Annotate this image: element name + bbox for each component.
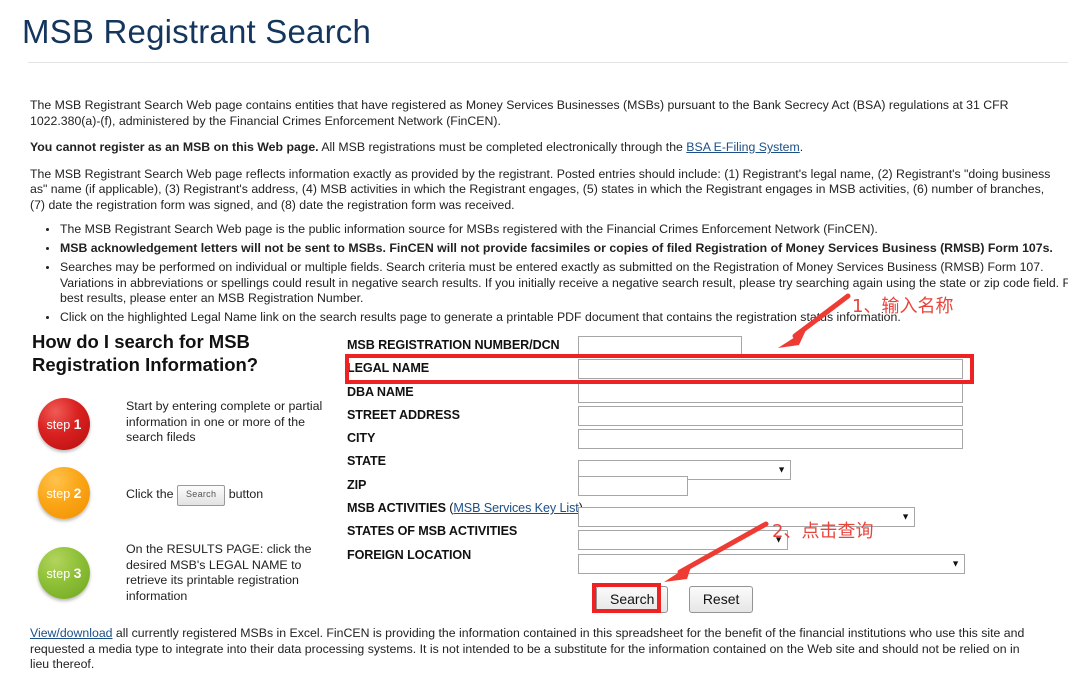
step-2-badge-word: step: [47, 487, 71, 501]
howto-step-2: step 2 Click the Search button: [32, 467, 332, 529]
bullet-text-2: MSB acknowledgement letters will not be …: [60, 241, 1053, 255]
step-2-badge: step 2: [38, 467, 90, 519]
field-row-state: STATE ▼: [347, 452, 987, 475]
foreign-location-select-value: [579, 555, 964, 559]
field-row-states-of-msb-activities: STATES OF MSB ACTIVITIES ▼: [347, 522, 987, 545]
intro-paragraph-2-end: .: [800, 140, 803, 154]
step-3-text: On the RESULTS PAGE: click the desired M…: [126, 542, 331, 604]
annotation-1-text: 1、输入名称: [852, 292, 953, 318]
street-address-input[interactable]: [578, 406, 963, 426]
label-legal-name: LEGAL NAME: [347, 361, 429, 375]
inline-search-button-illustration: Search: [177, 485, 225, 506]
control-legal-name: [578, 359, 963, 379]
label-zip: ZIP: [347, 478, 366, 492]
control-dba-name: [578, 383, 963, 403]
msb-services-key-list-wrapper: (MSB Services Key List): [449, 501, 583, 515]
control-foreign-location: ▼: [578, 546, 965, 574]
step-2-badge-number: 2: [74, 485, 82, 501]
step-3-badge-number: 3: [74, 565, 82, 581]
step-1-badge-word: step: [47, 418, 71, 432]
chevron-down-icon: ▼: [951, 559, 960, 568]
msb-registrant-search-page: MSB Registrant Search The MSB Registrant…: [0, 0, 1068, 666]
field-row-legal-name: LEGAL NAME: [347, 359, 987, 382]
field-row-dba-name: DBA NAME: [347, 383, 987, 406]
step-2-text: Click the Search button: [126, 485, 331, 506]
step-1-badge-number: 1: [74, 416, 82, 432]
list-item: The MSB Registrant Search Web page is th…: [60, 222, 1068, 238]
intro-paragraph-2: You cannot register as an MSB on this We…: [30, 140, 1062, 156]
form-actions: Search Reset: [596, 586, 753, 613]
field-row-zip: ZIP: [347, 476, 987, 499]
field-row-registration-number: MSB REGISTRATION NUMBER/DCN: [347, 336, 987, 359]
control-registration-number: [578, 336, 742, 356]
reset-button[interactable]: Reset: [689, 586, 754, 613]
chevron-down-icon: ▼: [777, 466, 786, 475]
msb-search-form: MSB REGISTRATION NUMBER/DCN LEGAL NAME D…: [347, 336, 987, 569]
intro-paragraph-1: The MSB Registrant Search Web page conta…: [30, 98, 1062, 129]
footer-note-text: all currently registered MSBs in Excel. …: [30, 626, 1024, 671]
field-row-street-address: STREET ADDRESS: [347, 406, 987, 429]
label-dba-name: DBA NAME: [347, 385, 414, 399]
intro-paragraph-2-rest: All MSB registrations must be completed …: [319, 140, 687, 154]
annotation-2-text: 2、点击查询: [772, 517, 873, 543]
bsa-efiling-system-link[interactable]: BSA E-Filing System: [686, 140, 799, 154]
title-divider: [28, 62, 1068, 63]
list-item: MSB acknowledgement letters will not be …: [60, 241, 1068, 257]
search-button[interactable]: Search: [596, 586, 668, 613]
step-3-badge: step 3: [38, 547, 90, 599]
city-input[interactable]: [578, 429, 963, 449]
step-2-text-before: Click the: [126, 487, 177, 501]
control-city: [578, 429, 963, 449]
label-street-address: STREET ADDRESS: [347, 408, 460, 422]
states-of-msb-activities-select-value: [579, 531, 787, 535]
howto-step-1: step 1 Start by entering complete or par…: [32, 398, 332, 455]
label-states-of-msb-activities: STATES OF MSB ACTIVITIES: [347, 524, 517, 538]
field-row-foreign-location: FOREIGN LOCATION ▼: [347, 546, 987, 569]
label-msb-activities-text: MSB ACTIVITIES: [347, 501, 446, 515]
dba-name-input[interactable]: [578, 383, 963, 403]
step-2-text-after: button: [225, 487, 263, 501]
label-msb-activities: MSB ACTIVITIES (MSB Services Key List): [347, 501, 583, 515]
msb-activities-select-value: [579, 508, 914, 512]
step-1-text: Start by entering complete or partial in…: [126, 399, 331, 446]
howto-step-3: step 3 On the RESULTS PAGE: click the de…: [32, 541, 332, 598]
label-registration-number: MSB REGISTRATION NUMBER/DCN: [347, 338, 560, 352]
intro-copy: The MSB Registrant Search Web page conta…: [30, 98, 1062, 224]
zip-input[interactable]: [578, 476, 688, 496]
intro-paragraph-3: The MSB Registrant Search Web page refle…: [30, 167, 1062, 214]
view-download-link[interactable]: View/download: [30, 626, 113, 640]
page-title: MSB Registrant Search: [22, 12, 371, 52]
msb-services-key-list-link[interactable]: MSB Services Key List: [453, 501, 578, 515]
field-row-city: CITY: [347, 429, 987, 452]
control-zip: [578, 476, 688, 496]
chevron-down-icon: ▼: [901, 513, 910, 522]
foreign-location-select[interactable]: ▼: [578, 554, 965, 574]
howto-title: How do I search for MSB Registration Inf…: [32, 330, 304, 376]
label-state: STATE: [347, 454, 386, 468]
legal-name-input[interactable]: [578, 359, 963, 379]
state-select-value: [579, 461, 790, 465]
bullet-text-1: The MSB Registrant Search Web page is th…: [60, 222, 878, 236]
control-street-address: [578, 406, 963, 426]
intro-paragraph-2-bold: You cannot register as an MSB on this We…: [30, 140, 319, 154]
label-city: CITY: [347, 431, 375, 445]
registration-number-input[interactable]: [578, 336, 742, 356]
step-3-badge-word: step: [47, 567, 71, 581]
bullet-text-4: Click on the highlighted Legal Name link…: [60, 310, 901, 324]
howto-panel: How do I search for MSB Registration Inf…: [32, 330, 332, 610]
label-foreign-location: FOREIGN LOCATION: [347, 548, 471, 562]
step-1-badge: step 1: [38, 398, 90, 450]
field-row-msb-activities: MSB ACTIVITIES (MSB Services Key List) ▼: [347, 499, 987, 522]
